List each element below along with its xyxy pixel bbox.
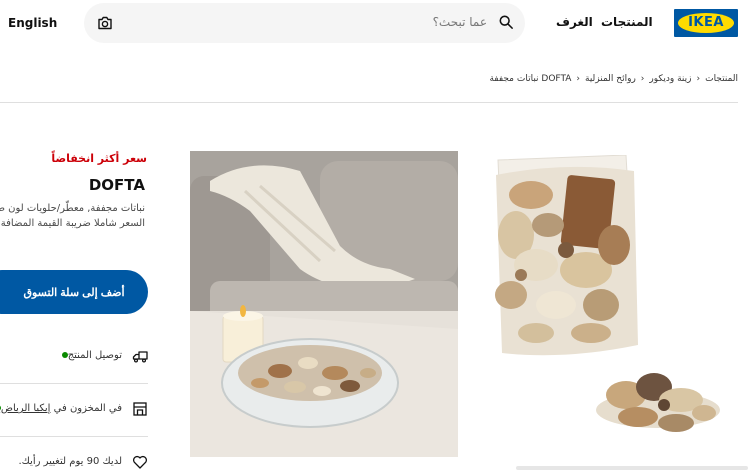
stock-prefix: في المخزون في	[53, 403, 122, 414]
store-stock-row[interactable]: في المخزون في إيكيا الرياض	[0, 384, 148, 436]
logo-text: IKEA	[688, 15, 724, 30]
language-switch[interactable]: English	[8, 16, 57, 30]
delivery-label: توصيل المنتج	[58, 350, 122, 361]
nav-rooms[interactable]: الغرف	[556, 15, 593, 29]
image-scrollbar[interactable]	[516, 466, 748, 470]
truck-icon	[132, 351, 148, 363]
return-heart-icon	[133, 455, 147, 469]
breadcrumb-item[interactable]: روائح المنزلية	[585, 74, 636, 84]
breadcrumb-item[interactable]: زينة وديكور	[649, 74, 691, 84]
return-policy-text: لديك 90 يوم لتغيير رأيك.	[18, 456, 122, 467]
delivery-text: توصيل المنتج	[67, 350, 122, 361]
add-to-cart-button[interactable]: أضف إلى سلة التسوق	[0, 270, 148, 314]
search-bar[interactable]: عما تبحث؟	[84, 3, 525, 43]
chevron-left-icon: ‹	[640, 74, 645, 84]
vat-note: السعر شاملا ضريبة القيمة المضافة	[0, 218, 145, 229]
store-icon	[133, 402, 147, 416]
divider	[0, 102, 738, 103]
camera-icon[interactable]	[97, 15, 113, 31]
breadcrumb-current: DOFTA نباتات مجففة	[489, 74, 572, 84]
return-policy-row[interactable]: لديك 90 يوم لتغيير رأيك.	[0, 437, 148, 472]
search-icon[interactable]	[499, 15, 513, 29]
product-description: نباتات مجففة, معطّر/حلويات لون طبيعي	[0, 203, 145, 214]
ikea-logo[interactable]: IKEA	[674, 9, 738, 37]
delivery-row[interactable]: توصيل المنتج	[0, 331, 148, 383]
product-image-bag[interactable]	[476, 155, 738, 455]
store-stock-label: في المخزون في إيكيا الرياض	[0, 403, 122, 414]
store-link[interactable]: إيكيا الرياض	[1, 403, 51, 414]
product-name: DOFTA	[88, 176, 145, 194]
chevron-left-icon: ‹	[696, 74, 701, 84]
breadcrumb: المنتجات ‹ زينة وديكور ‹ روائح المنزلية ‹ DOFT…	[489, 74, 738, 84]
lifestyle-image-bowl[interactable]	[190, 151, 458, 457]
breadcrumb-item[interactable]: المنتجات	[705, 74, 738, 84]
nav-products[interactable]: المنتجات	[601, 15, 653, 29]
lower-price-tag: سعر أكثر انخفاضاً	[51, 152, 147, 165]
chevron-left-icon: ‹	[576, 74, 581, 84]
search-placeholder[interactable]: عما تبحث؟	[433, 15, 487, 29]
